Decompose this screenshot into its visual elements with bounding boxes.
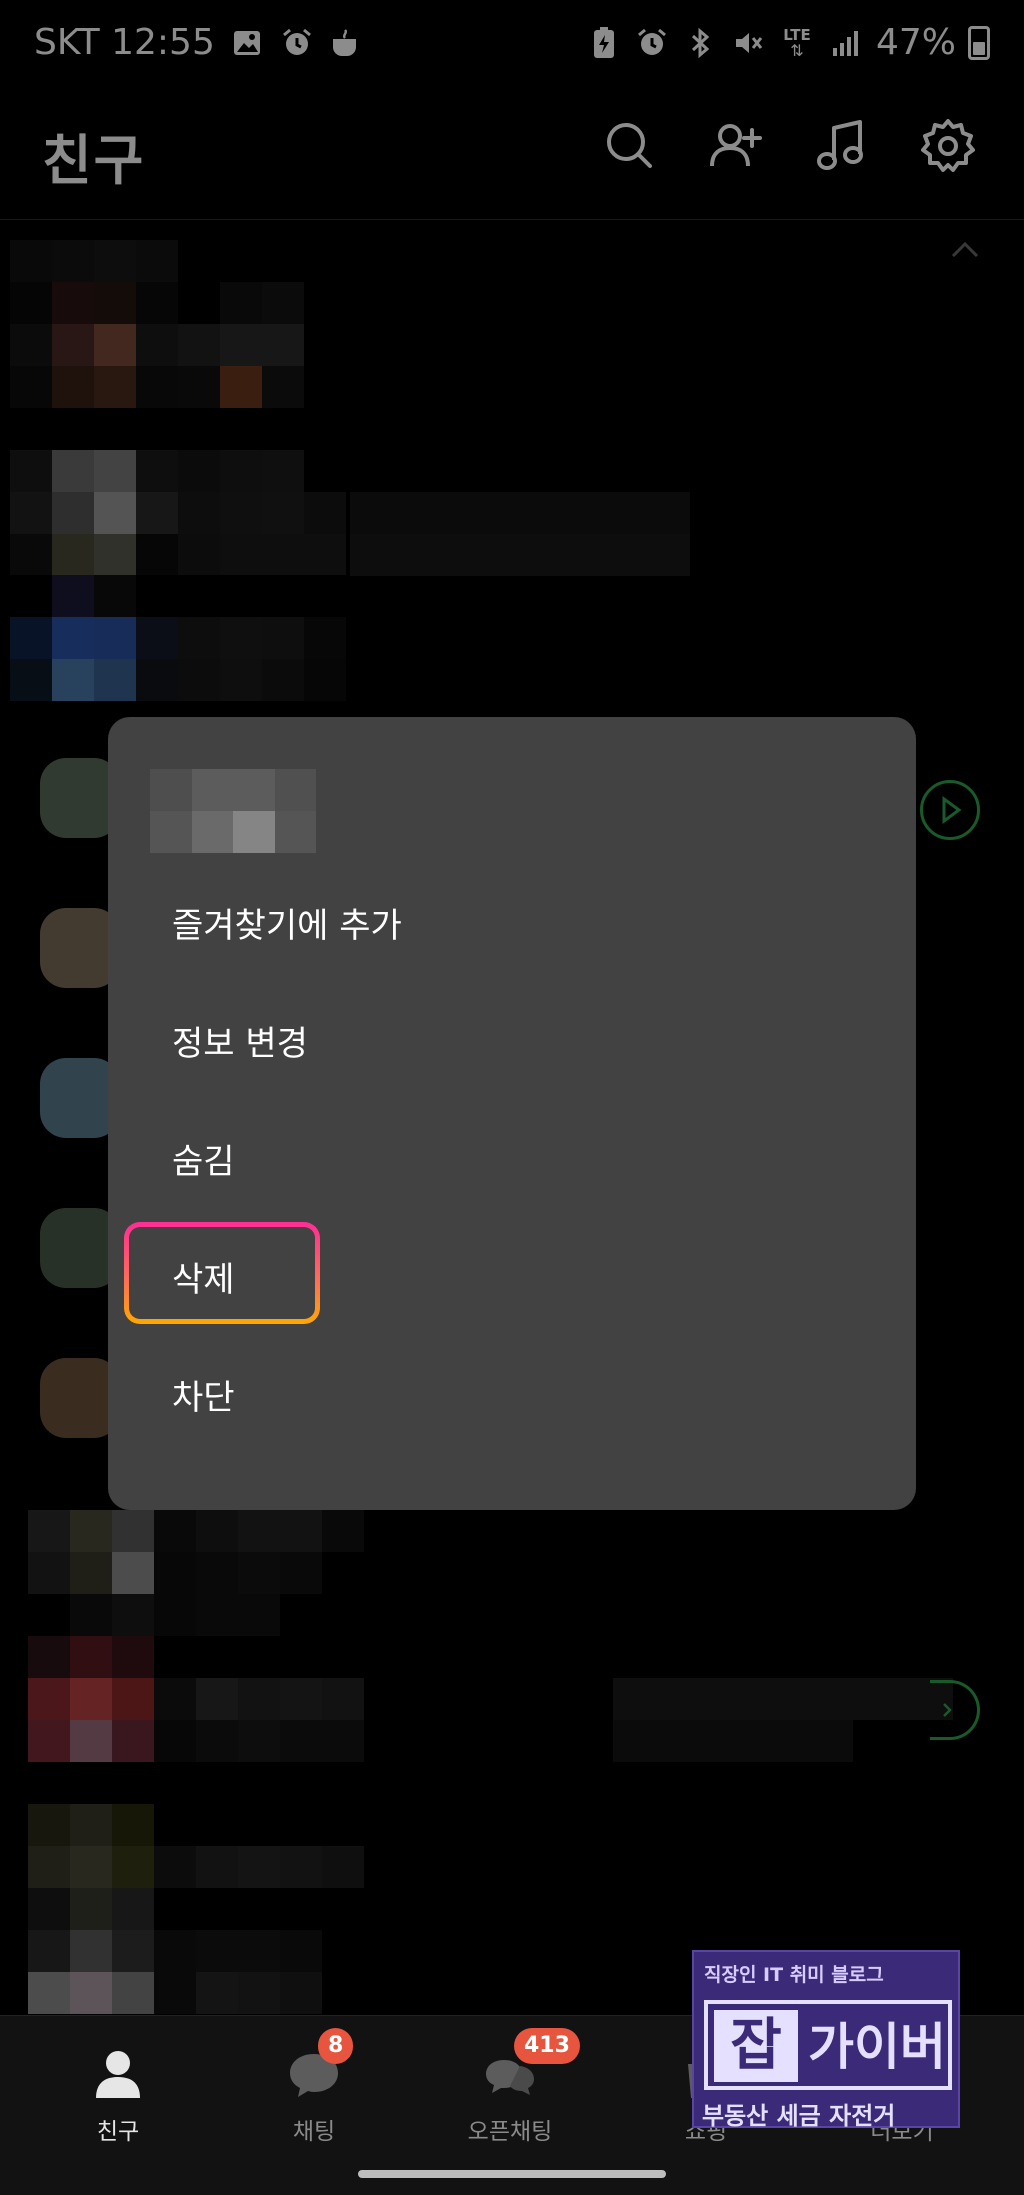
nav-chat[interactable]: 8 채팅 [224, 2028, 404, 2146]
menu-item-edit-info[interactable]: 정보 변경 [172, 1016, 308, 1065]
open-chat-badge: 413 [514, 2028, 580, 2064]
menu-item-add-favorite[interactable]: 즐겨찾기에 추가 [172, 898, 402, 947]
menu-item-block[interactable]: 차단 [172, 1370, 235, 1419]
nav-open-chat-label: 오픈채팅 [467, 2119, 553, 2145]
watermark-tagline: 직장인 IT 취미 블로그 [704, 1964, 884, 1986]
blog-watermark-logo: 직장인 IT 취미 블로그 잡 가이버 부동산 세금 자전거 [692, 1950, 960, 2130]
menu-item-hide[interactable]: 숨김 [172, 1134, 235, 1183]
watermark-subtitle: 부동산 세금 자전거 [702, 2102, 896, 2130]
menu-item-delete[interactable]: 삭제 [172, 1252, 235, 1301]
blurred-friend-name [150, 769, 316, 853]
chat-icon: 8 [286, 2028, 354, 2102]
home-indicator[interactable] [358, 2170, 666, 2178]
nav-open-chat[interactable]: 413 오픈채팅 [420, 2028, 600, 2146]
watermark-logo-char: 잡 [714, 2010, 798, 2082]
nav-friends[interactable]: 친구 [28, 2046, 208, 2146]
watermark-name: 가이버 [808, 2018, 946, 2076]
nav-friends-label: 친구 [96, 2119, 140, 2145]
open-chat-icon: 413 [482, 2028, 580, 2102]
nav-chat-label: 채팅 [292, 2119, 336, 2145]
person-icon [90, 2046, 146, 2102]
chat-badge: 8 [318, 2028, 354, 2064]
